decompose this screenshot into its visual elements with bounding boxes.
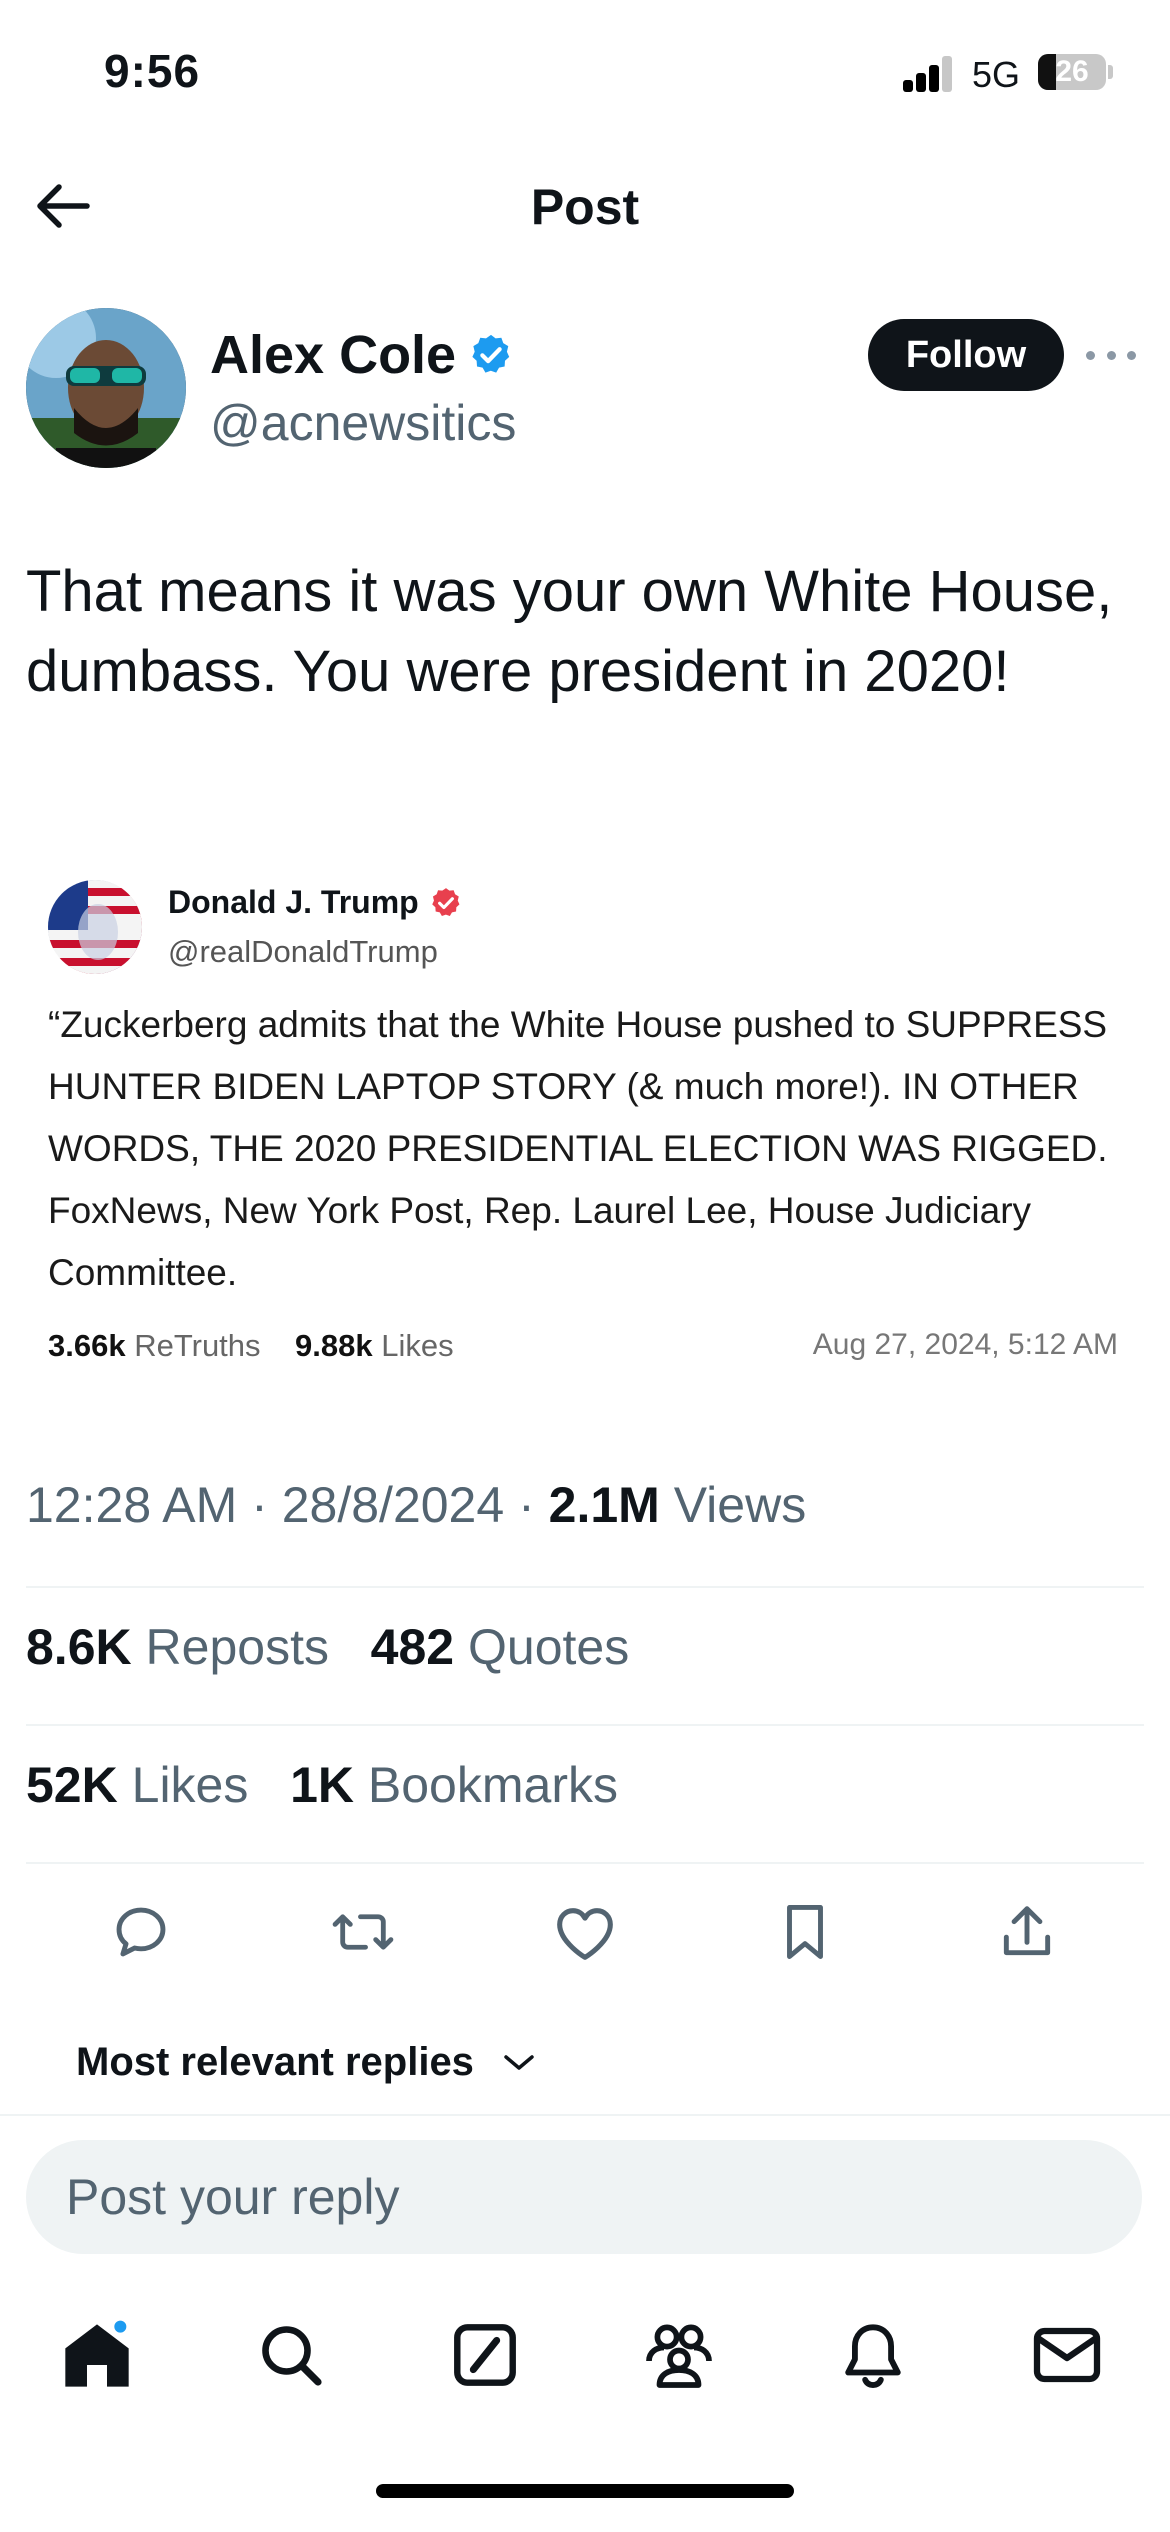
share-button[interactable] <box>987 1896 1067 1968</box>
quoted-author-name-text: Donald J. Trump <box>168 884 419 920</box>
meta-separator: · <box>251 1477 268 1533</box>
divider <box>26 1724 1144 1726</box>
home-indicator[interactable] <box>376 2484 794 2498</box>
tab-grok[interactable] <box>440 2310 530 2400</box>
likes-stat[interactable]: 52K Likes <box>26 1757 248 1813</box>
home-icon <box>65 2317 129 2387</box>
chevron-down-icon <box>504 2054 534 2070</box>
quoted-retruths-label: ReTruths <box>134 1328 261 1363</box>
avatar-photo <box>26 308 186 468</box>
bookmark-button[interactable] <box>765 1896 845 1968</box>
battery-tip <box>1108 65 1113 79</box>
repost-icon <box>332 1914 394 1950</box>
meta-separator: · <box>518 1477 535 1533</box>
likes-count: 52K <box>26 1757 118 1813</box>
battery-level: 26 <box>1055 55 1089 88</box>
back-arrow-icon <box>37 184 90 228</box>
tab-home[interactable] <box>52 2310 142 2400</box>
reply-icon <box>116 1907 166 1957</box>
truth-verified-icon <box>431 887 460 916</box>
reply-button[interactable] <box>101 1896 181 1968</box>
likes-label: Likes <box>131 1757 249 1813</box>
author-name-text: Alex Cole <box>210 325 457 385</box>
status-time: 9:56 <box>104 45 201 97</box>
page-title: Post <box>530 179 640 235</box>
grok-icon <box>454 2324 516 2386</box>
post-time: 12:28 AM <box>26 1477 238 1533</box>
divider <box>26 1586 1144 1588</box>
tweet-text: That means it was your own White House, … <box>26 559 1113 704</box>
search-icon <box>262 2326 322 2386</box>
quoted-likes-label: Likes <box>381 1328 454 1363</box>
tab-search[interactable] <box>246 2310 336 2400</box>
divider <box>26 1862 1144 1864</box>
tab-messages[interactable] <box>1022 2310 1112 2400</box>
author-avatar[interactable] <box>26 308 186 468</box>
views-count: 2.1M <box>548 1477 660 1533</box>
divider <box>0 2114 1170 2116</box>
tab-communities[interactable] <box>634 2310 724 2400</box>
quoted-likes-count: 9.88k <box>295 1328 373 1363</box>
verified-badge-icon <box>472 334 510 373</box>
quoted-author-name: Donald J. Trump <box>168 884 463 921</box>
battery-icon: 26 <box>1038 54 1106 90</box>
quoted-author-handle: @realDonaldTrump <box>168 934 438 969</box>
quoted-text: “Zuckerberg admits that the White House … <box>48 1004 1108 1293</box>
notifications-icon <box>845 2324 901 2388</box>
quoted-avatar <box>48 880 142 974</box>
quoted-stats: 3.66k ReTruths 9.88k Likes <box>48 1328 454 1364</box>
post-date: 28/8/2024 <box>281 1477 505 1533</box>
quoted-date: Aug 27, 2024, 5:12 AM <box>812 1328 1118 1361</box>
reply-input[interactable] <box>64 2167 1068 2227</box>
messages-icon <box>1033 2327 1101 2383</box>
reply-input-container[interactable] <box>26 2140 1142 2254</box>
quoted-retruths-count: 3.66k <box>48 1328 126 1363</box>
author-name[interactable]: Alex Cole <box>210 324 514 386</box>
network-type: 5G <box>972 54 1021 95</box>
heart-icon <box>557 1908 613 1960</box>
repost-button[interactable] <box>323 1896 403 1968</box>
author-handle[interactable]: @acnewsitics <box>210 394 516 452</box>
replies-sort-dropdown[interactable]: Most relevant replies <box>76 2040 536 2085</box>
bookmarks-count: 1K <box>290 1757 354 1813</box>
reposts-stat[interactable]: 8.6K Reposts <box>26 1619 329 1675</box>
more-options-icon[interactable] <box>1086 338 1136 372</box>
views-label[interactable]: Views <box>674 1477 806 1533</box>
follow-button[interactable]: Follow <box>868 319 1064 391</box>
likes-bookmarks-row: 52K Likes 1K Bookmarks <box>26 1756 618 1814</box>
communities-icon <box>646 2324 712 2388</box>
tab-notifications[interactable] <box>828 2310 918 2400</box>
replies-sort-label: Most relevant replies <box>76 2040 474 2084</box>
share-icon <box>1003 1906 1051 1956</box>
quotes-label: Quotes <box>468 1619 630 1675</box>
signal-icon <box>903 56 953 92</box>
reposts-label: Reposts <box>145 1619 329 1675</box>
post-meta: 12:28 AM · 28/8/2024 · 2.1M Views <box>26 1476 806 1534</box>
like-button[interactable] <box>545 1896 625 1968</box>
flag-portrait-image <box>48 880 142 974</box>
reposts-count: 8.6K <box>26 1619 132 1675</box>
reposts-quotes-row: 8.6K Reposts 482 Quotes <box>26 1618 629 1676</box>
quotes-count: 482 <box>370 1619 455 1675</box>
bookmarks-stat[interactable]: 1K Bookmarks <box>290 1757 618 1813</box>
bookmark-icon <box>787 1905 823 1959</box>
bookmarks-label: Bookmarks <box>367 1757 618 1813</box>
back-button[interactable] <box>28 178 98 234</box>
quotes-stat[interactable]: 482 Quotes <box>371 1619 630 1675</box>
